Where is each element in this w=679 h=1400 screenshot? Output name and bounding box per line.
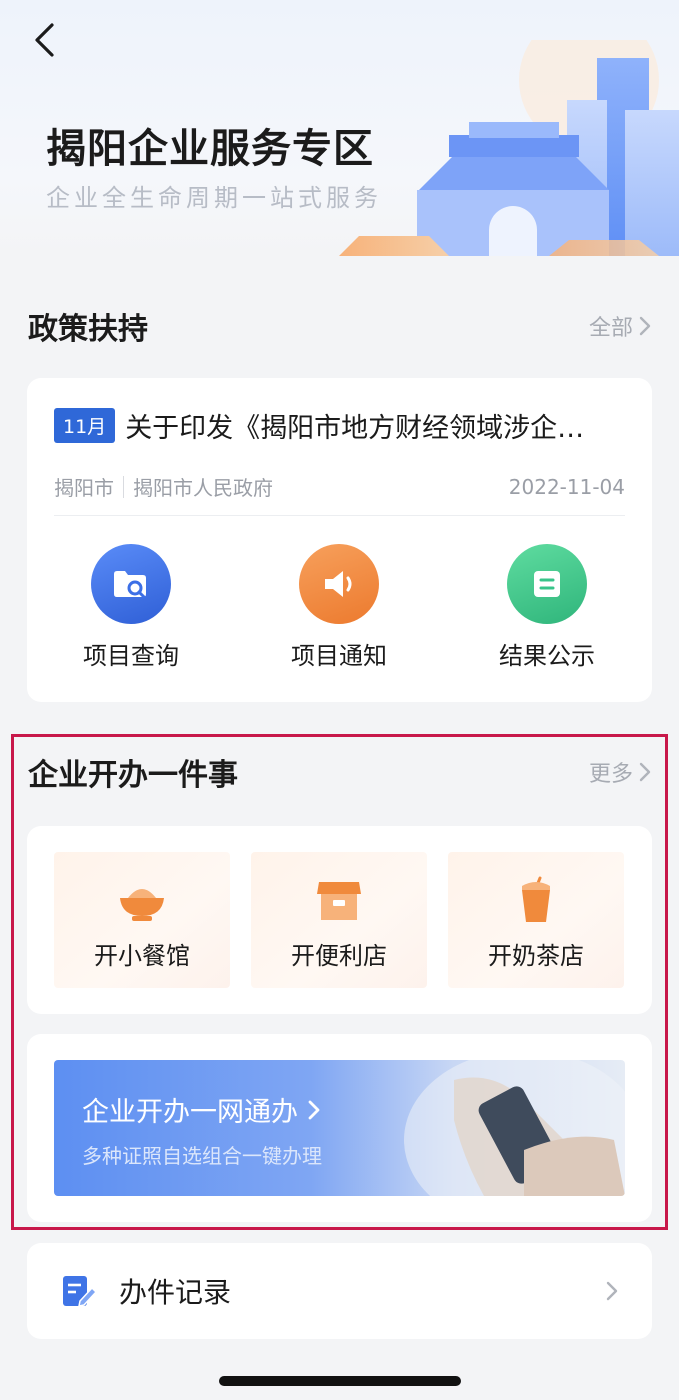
- policy-source-org: 揭阳市人民政府: [133, 476, 273, 500]
- policy-title: 关于印发《揭阳市地方财经领域涉企…: [125, 413, 585, 444]
- quick-action-label: 结果公示: [499, 642, 595, 670]
- banner-title: 企业开办一网通办: [82, 1090, 320, 1129]
- quick-action-project-query[interactable]: 项目查询: [41, 544, 221, 671]
- startup-more-link[interactable]: 更多: [589, 756, 651, 788]
- chevron-right-icon: [606, 1281, 618, 1301]
- tile-open-convenience-store[interactable]: 开便利店: [251, 852, 427, 988]
- more-label: 更多: [588, 762, 633, 787]
- one-stop-banner[interactable]: 企业开办一网通办 多种证照自选组合一键办理: [54, 1060, 625, 1196]
- meta-divider: [123, 475, 124, 498]
- chevron-right-icon: [639, 762, 651, 782]
- records-card[interactable]: 办件记录: [27, 1243, 652, 1339]
- card-divider: [54, 515, 625, 516]
- records-row: 办件记录: [61, 1243, 618, 1339]
- policy-source-city: 揭阳市: [54, 476, 114, 500]
- chevron-right-icon: [308, 1100, 320, 1119]
- tile-label: 开便利店: [291, 942, 387, 970]
- quick-action-result-publicity[interactable]: 结果公示: [457, 544, 637, 671]
- view-all-label: 全部: [588, 316, 633, 341]
- policy-card: 11月 关于印发《揭阳市地方财经领域涉企… 揭阳市 揭阳市人民政府 2022-1…: [27, 378, 652, 702]
- tile-open-restaurant[interactable]: 开小餐馆: [54, 852, 230, 988]
- quick-action-label: 项目通知: [291, 642, 387, 670]
- startup-tiles-card: 开小餐馆 开便利店 开奶茶店: [27, 826, 652, 1014]
- month-badge: 11月: [54, 408, 116, 443]
- quick-action-label: 项目查询: [83, 642, 179, 670]
- policy-view-all-link[interactable]: 全部: [589, 310, 651, 342]
- tile-label: 开小餐馆: [94, 942, 190, 970]
- folder-search-icon: [91, 544, 171, 624]
- home-indicator[interactable]: [219, 1376, 461, 1386]
- policy-section-title: 政策扶持: [28, 312, 148, 347]
- startup-section-header: 企业开办一件事 更多: [28, 752, 651, 793]
- one-stop-banner-card: 企业开办一网通办 多种证照自选组合一键办理: [27, 1034, 652, 1222]
- back-button[interactable]: [24, 18, 64, 62]
- policy-section-header: 政策扶持 全部: [28, 306, 651, 347]
- city-gate-illustration: [339, 40, 679, 256]
- chevron-right-icon: [639, 316, 651, 336]
- hero-header: 揭阳企业服务专区 企业全生命周期一站式服务: [0, 0, 679, 256]
- policy-meta: 揭阳市 揭阳市人民政府 2022-11-04: [54, 472, 625, 501]
- tile-label: 开奶茶店: [488, 942, 584, 970]
- page-title: 揭阳企业服务专区: [46, 126, 374, 172]
- banner-title-text: 企业开办一网通办: [82, 1097, 298, 1128]
- edit-document-icon: [63, 1276, 97, 1307]
- banner-subtitle: 多种证照自选组合一键办理: [82, 1144, 322, 1168]
- policy-date: 2022-11-04: [508, 474, 625, 499]
- bowl-icon: [54, 876, 230, 924]
- milk-tea-icon: [448, 876, 624, 924]
- page-subtitle: 企业全生命周期一站式服务: [46, 184, 382, 212]
- shop-icon: [251, 876, 427, 924]
- startup-section-title: 企业开办一件事: [28, 758, 238, 793]
- quick-action-project-notice[interactable]: 项目通知: [249, 544, 429, 671]
- tile-open-milk-tea-shop[interactable]: 开奶茶店: [448, 852, 624, 988]
- speaker-icon: [299, 544, 379, 624]
- policy-item[interactable]: 11月 关于印发《揭阳市地方财经领域涉企…: [54, 406, 625, 445]
- chevron-left-icon: [35, 23, 54, 57]
- document-icon: [507, 544, 587, 624]
- records-label: 办件记录: [119, 1276, 232, 1309]
